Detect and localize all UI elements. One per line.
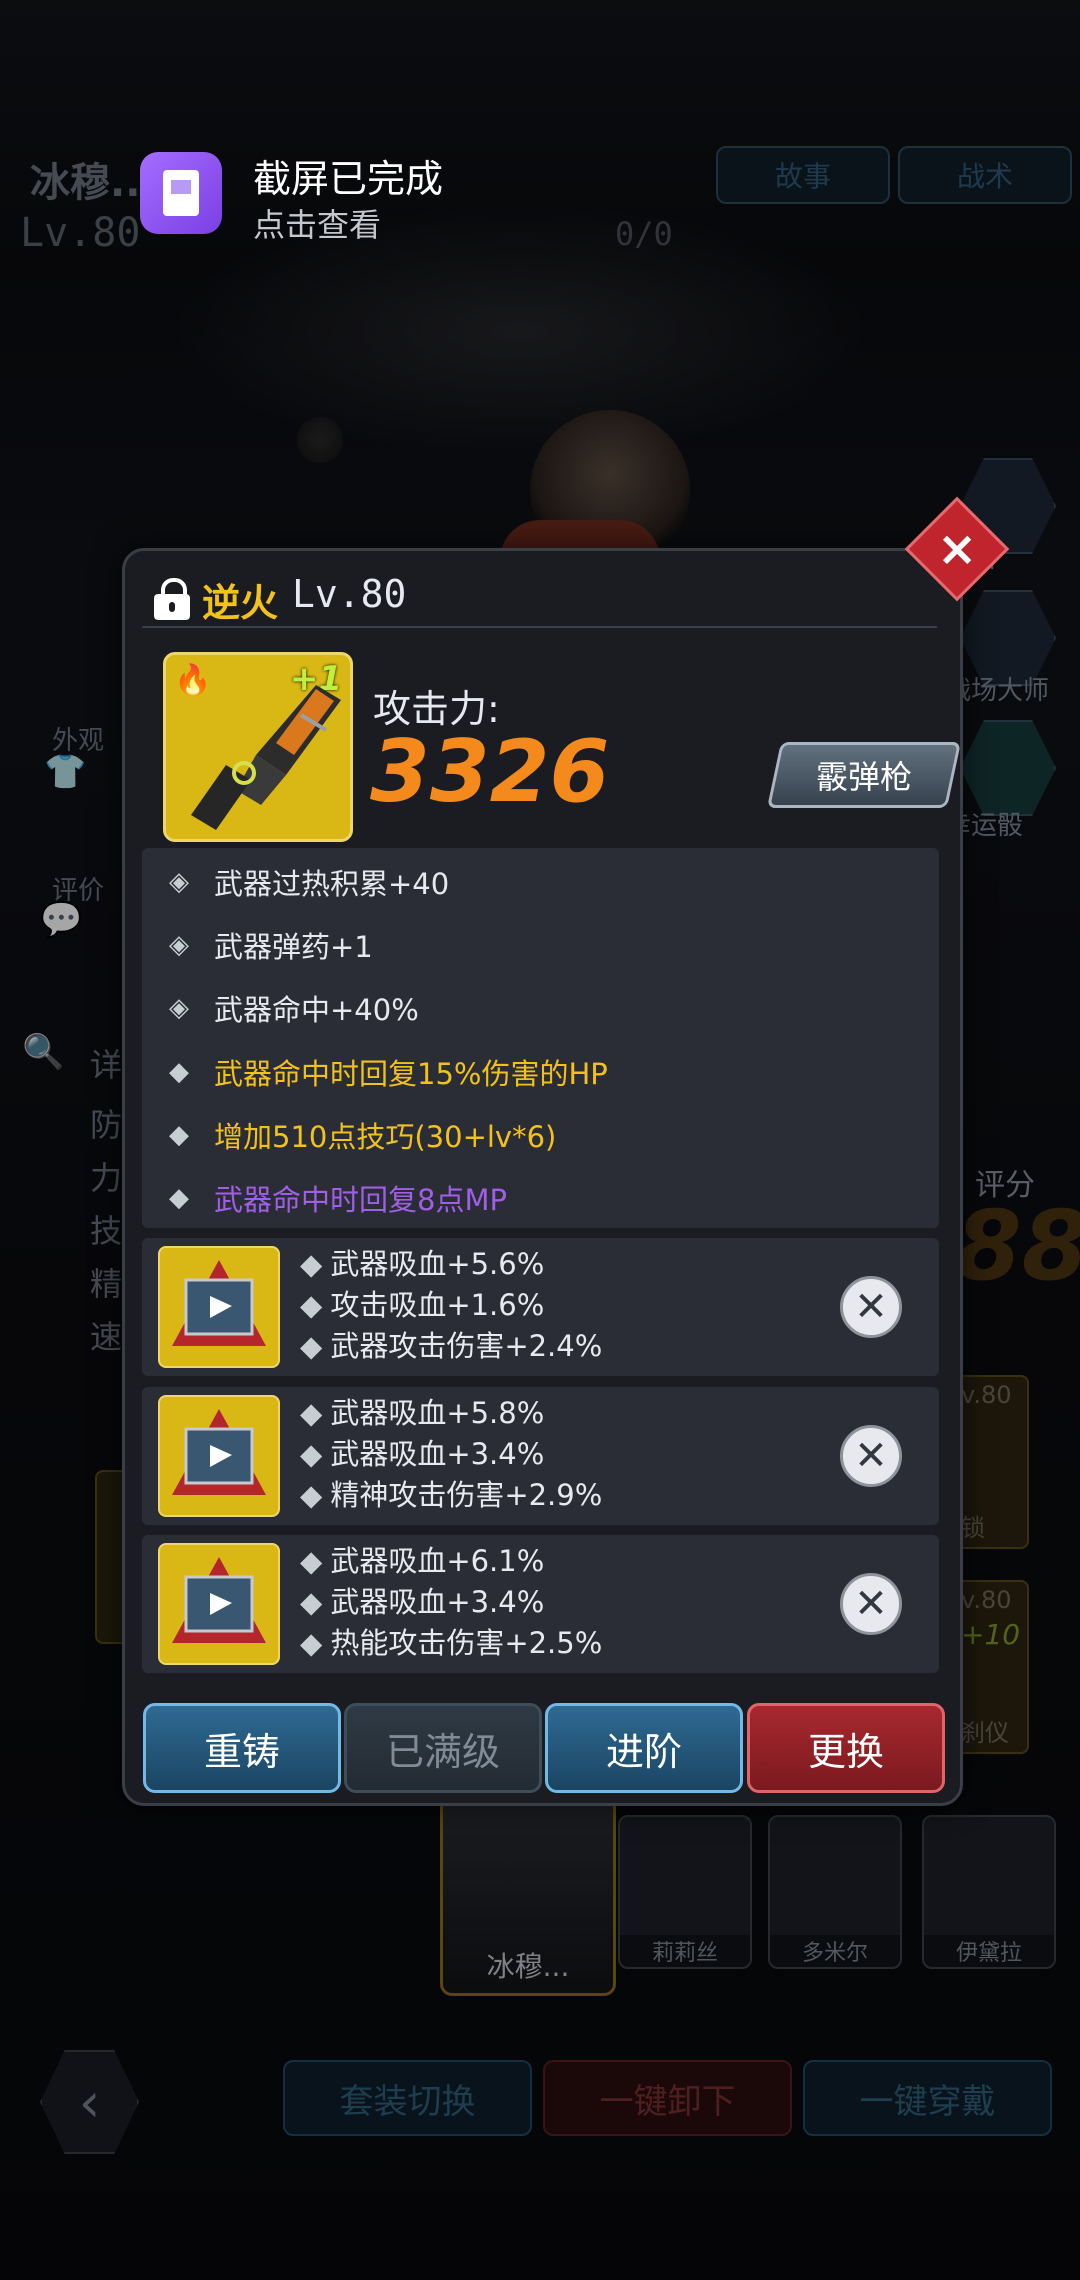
diamond-icon: ◆ xyxy=(300,1247,323,1281)
diamond-icon: ◆ xyxy=(169,1057,189,1087)
lock-icon[interactable] xyxy=(154,578,190,620)
attribute-text: 武器弹药+1 xyxy=(214,930,373,964)
attribute-text: 武器过热积累+40 xyxy=(214,867,450,901)
remove-gem-button[interactable]: ✕ xyxy=(840,1425,902,1487)
max-level-button[interactable]: 已满级 xyxy=(344,1703,542,1793)
gem-slot: ◆ 武器吸血+6.1% ◆ 武器吸血+3.4% ◆ 热能攻击伤害+2.5% ✕ xyxy=(142,1535,939,1673)
diamond-icon: ◆ xyxy=(300,1437,323,1471)
attribute-text: 武器命中时回复8点MP xyxy=(214,1183,507,1217)
gem-slot: ◆ 武器吸血+5.6% ◆ 攻击吸血+1.6% ◆ 武器攻击伤害+2.4% ✕ xyxy=(142,1238,939,1376)
weapon-type-label: 霰弹枪 xyxy=(815,758,912,796)
notification-subtitle[interactable]: 点击查看 xyxy=(253,200,381,246)
divider xyxy=(142,626,937,628)
replace-button[interactable]: 更换 xyxy=(747,1703,945,1793)
close-icon: ✕ xyxy=(854,1284,888,1330)
gem-stats: ◆ 武器吸血+5.8% ◆ 武器吸血+3.4% ◆ 精神攻击伤害+2.9% xyxy=(300,1393,602,1516)
diamond-icon: ◆ xyxy=(300,1478,323,1512)
attribute-row: ◈ 武器过热积累+40 xyxy=(164,862,449,902)
remove-gem-button[interactable]: ✕ xyxy=(840,1276,902,1338)
attribute-list: ◈ 武器过热积累+40 ◈ 武器弹药+1 ◈ 武器命中+40% ◆ 武器命中时回复15%… xyxy=(142,848,939,1228)
gem-icon xyxy=(158,1395,280,1517)
diamond-icon: ◆ xyxy=(300,1544,323,1578)
advance-button[interactable]: 进阶 xyxy=(545,1703,743,1793)
attribute-row: ◆ 增加510点技巧(30+lv*6) xyxy=(164,1115,556,1155)
close-icon: ✕ xyxy=(854,1433,888,1479)
shotgun-icon xyxy=(191,685,341,830)
weapon-level: Lv.80 xyxy=(292,572,407,616)
gem-stats: ◆ 武器吸血+5.6% ◆ 攻击吸血+1.6% ◆ 武器攻击伤害+2.4% xyxy=(300,1244,602,1367)
weapon-image: 🔥 +1 xyxy=(163,652,353,842)
diamond-icon: ◆ xyxy=(300,1329,323,1363)
gem-icon xyxy=(158,1246,280,1368)
gem-stat-line: ◆ 攻击吸血+1.6% xyxy=(300,1288,545,1322)
gem-icon xyxy=(158,1543,280,1665)
gem-stat-line: ◆ 热能攻击伤害+2.5% xyxy=(300,1626,603,1660)
attribute-row: ◈ 武器弹药+1 xyxy=(164,925,373,965)
lock-diamond-icon: ◈ xyxy=(169,867,189,897)
attribute-text: 武器命中+40% xyxy=(214,993,419,1027)
attribute-text: 增加510点技巧(30+lv*6) xyxy=(214,1120,557,1154)
diamond-icon: ◆ xyxy=(169,1120,189,1150)
attack-value: 3326 xyxy=(370,722,610,822)
lock-diamond-icon: ◈ xyxy=(169,993,189,1023)
gem-stat-line: ◆ 武器攻击伤害+2.4% xyxy=(300,1329,603,1363)
gem-slot: ◆ 武器吸血+5.8% ◆ 武器吸血+3.4% ◆ 精神攻击伤害+2.9% ✕ xyxy=(142,1387,939,1525)
diamond-icon: ◆ xyxy=(300,1288,323,1322)
diamond-icon: ◆ xyxy=(300,1396,323,1430)
attribute-row: ◈ 武器命中+40% xyxy=(164,988,419,1028)
screenshot-gallery-icon[interactable] xyxy=(140,152,222,234)
diamond-icon: ◆ xyxy=(169,1183,189,1213)
attribute-row: ◆ 武器命中时回复15%伤害的HP xyxy=(164,1052,608,1092)
gem-stat-line: ◆ 武器吸血+5.8% xyxy=(300,1396,545,1430)
gem-stat-line: ◆ 武器吸血+5.6% xyxy=(300,1247,545,1281)
gem-stat-line: ◆ 武器吸血+3.4% xyxy=(300,1437,545,1471)
close-icon: ✕ xyxy=(854,1581,888,1627)
weapon-name: 逆火 xyxy=(202,581,279,625)
gem-stat-line: ◆ 武器吸血+6.1% xyxy=(300,1544,545,1578)
attribute-text: 武器命中时回复15%伤害的HP xyxy=(214,1057,608,1091)
diamond-icon: ◆ xyxy=(300,1585,323,1619)
recast-button[interactable]: 重铸 xyxy=(143,1703,341,1793)
diamond-icon: ◆ xyxy=(300,1626,323,1660)
notification-title[interactable]: 截屏已完成 xyxy=(253,148,443,203)
weapon-type-badge: 霰弹枪 xyxy=(766,742,962,808)
gem-stats: ◆ 武器吸血+6.1% ◆ 武器吸血+3.4% ◆ 热能攻击伤害+2.5% xyxy=(300,1541,602,1664)
close-icon: × xyxy=(936,521,978,577)
gem-stat-line: ◆ 武器吸血+3.4% xyxy=(300,1585,545,1619)
attribute-row: ◆ 武器命中时回复8点MP xyxy=(164,1178,507,1218)
gem-stat-line: ◆ 精神攻击伤害+2.9% xyxy=(300,1478,603,1512)
remove-gem-button[interactable]: ✕ xyxy=(840,1573,902,1635)
lock-diamond-icon: ◈ xyxy=(169,930,189,960)
